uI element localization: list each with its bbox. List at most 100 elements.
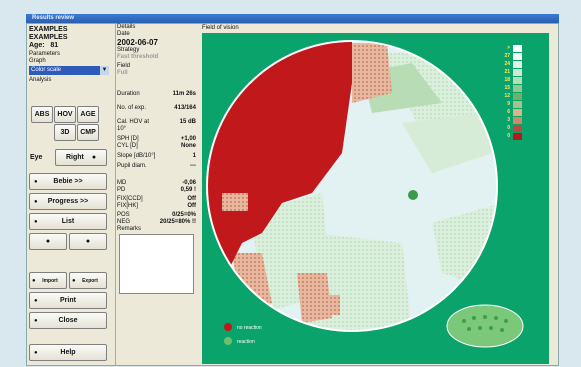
- close-button[interactable]: ● Close: [29, 312, 107, 329]
- next-button[interactable]: ●: [69, 233, 107, 250]
- previous-button[interactable]: ●: [29, 233, 67, 250]
- scale-label: 3: [507, 117, 510, 123]
- field-of-vision-label: Field of vision: [202, 25, 239, 31]
- pos-value: 0/25=0%: [172, 212, 196, 218]
- scale-label: 6: [507, 109, 510, 115]
- bullet-icon: ●: [85, 238, 91, 245]
- scale-swatch: [513, 124, 522, 132]
- scale-item: 9: [498, 100, 528, 108]
- scale-item: 3: [498, 116, 528, 124]
- red-dot-icon: [224, 323, 232, 331]
- scale-item: 27: [498, 52, 528, 60]
- import-button[interactable]: ● Import: [29, 272, 67, 289]
- list-label: List: [61, 218, 75, 225]
- scale-swatch: [513, 132, 522, 140]
- details-panel: Details Date 2002-06-07 Strategy Fast th…: [115, 24, 197, 366]
- scale-label: 0: [507, 125, 510, 131]
- help-label: Help: [60, 349, 76, 356]
- graph-select[interactable]: Color scale ▼: [29, 66, 109, 75]
- date-value: 2002-06-07: [117, 38, 158, 47]
- left-panel: EXAMPLES EXAMPLES Age: 81 Parameters Gra…: [29, 26, 115, 84]
- cyl-label: CYL [D]: [117, 143, 138, 149]
- remarks-label: Remarks: [117, 226, 142, 232]
- neg-label: NEG: [117, 219, 131, 225]
- date-label: Date: [117, 31, 130, 37]
- chevron-down-icon[interactable]: ▼: [100, 66, 109, 75]
- bebie-button[interactable]: ● Bebie >>: [29, 173, 107, 190]
- scale-swatch: [513, 100, 522, 108]
- scale-label: 12: [504, 93, 510, 99]
- close-label: Close: [58, 317, 78, 324]
- scale-item: 18: [498, 76, 528, 84]
- pd-label: PD: [117, 187, 126, 193]
- bullet-icon: ●: [34, 297, 38, 304]
- eye-value: Right: [65, 154, 84, 161]
- print-label: Print: [60, 297, 76, 304]
- progress-button[interactable]: ● Progress >>: [29, 193, 107, 210]
- bullet-icon: ●: [34, 178, 38, 185]
- md-value: -0,06: [182, 180, 196, 186]
- bullet-icon: ●: [91, 154, 97, 161]
- parameters-label: Parameters: [29, 51, 61, 57]
- export-label: Export: [82, 277, 98, 284]
- slope-label: Slope [dB/10°]: [117, 153, 156, 159]
- fixccd-value: Off: [187, 196, 196, 202]
- exp-label: No. of exp.: [117, 105, 147, 111]
- sph-value: +1,00: [180, 136, 196, 142]
- duration-value: 11m 26s: [172, 91, 196, 97]
- scale-swatch: [513, 60, 522, 68]
- eye-select-button[interactable]: Right ●: [55, 149, 107, 166]
- help-button[interactable]: ● Help: [29, 344, 107, 361]
- eye-label: Eye: [30, 154, 43, 161]
- age-value: 81: [50, 42, 59, 49]
- scale-item: 12: [498, 92, 528, 100]
- progress-label: Progress >>: [47, 198, 89, 205]
- strategy-label: Strategy: [117, 47, 140, 53]
- legend-no-reaction-label: no reaction: [236, 324, 262, 331]
- patient-name: EXAMPLES: [29, 26, 68, 33]
- graph-label: Graph: [29, 58, 46, 64]
- age-button[interactable]: AGE: [77, 106, 99, 123]
- md-label: MD: [117, 180, 127, 186]
- scale-swatch: [513, 52, 522, 60]
- scale-item: 21: [498, 68, 528, 76]
- export-button[interactable]: ● Export: [69, 272, 107, 289]
- strategy-value: Fast threshold: [117, 54, 159, 60]
- 3d-button[interactable]: 3D: [54, 124, 76, 141]
- scale-swatch: [513, 84, 522, 92]
- bullet-icon: ●: [34, 198, 38, 205]
- scale-item: >: [498, 44, 528, 52]
- pupil-value: ---: [190, 163, 196, 169]
- print-button[interactable]: ● Print: [29, 292, 107, 309]
- scale-item: 24: [498, 60, 528, 68]
- zone-tan-notch-2: [222, 193, 248, 211]
- scale-item: 0: [498, 124, 528, 132]
- pd-value: 0,59 !: [180, 187, 196, 193]
- scale-item: 0: [498, 132, 528, 140]
- duration-label: Duration: [117, 91, 140, 97]
- scale-swatch: [513, 116, 522, 124]
- color-scale: > 27 24 21 18 15 12 9 6 3 0 0: [498, 44, 528, 140]
- visual-field-map: [206, 40, 524, 348]
- zone-tan-upper: [352, 43, 392, 103]
- field-of-vision-panel: Field of vision no reaction reaction > 2…: [199, 24, 557, 366]
- green-dot-icon: [224, 337, 232, 345]
- cmp-button[interactable]: CMP: [77, 124, 99, 141]
- scale-label: >: [507, 45, 510, 51]
- fixccd-label: FIX[CCD]: [117, 196, 143, 202]
- scale-label: 9: [507, 101, 510, 107]
- bebie-label: Bebie >>: [53, 178, 83, 185]
- import-label: Import: [42, 277, 58, 284]
- window-title: Results review: [26, 14, 559, 23]
- analysis-label: Analysis: [29, 77, 52, 83]
- sph-label: SPH [D]: [117, 136, 139, 142]
- legend-reaction-label: reaction: [236, 338, 255, 345]
- hov-button[interactable]: HOV: [54, 106, 76, 123]
- abs-button[interactable]: ABS: [31, 106, 53, 123]
- scale-item: 6: [498, 108, 528, 116]
- scale-swatch: [513, 108, 522, 116]
- results-review-window: EXAMPLES EXAMPLES Age: 81 Parameters Gra…: [26, 23, 559, 366]
- remarks-textarea[interactable]: [119, 234, 194, 294]
- hov-label: Cal. HOV at 10°: [117, 119, 150, 132]
- list-button[interactable]: ● List: [29, 213, 107, 230]
